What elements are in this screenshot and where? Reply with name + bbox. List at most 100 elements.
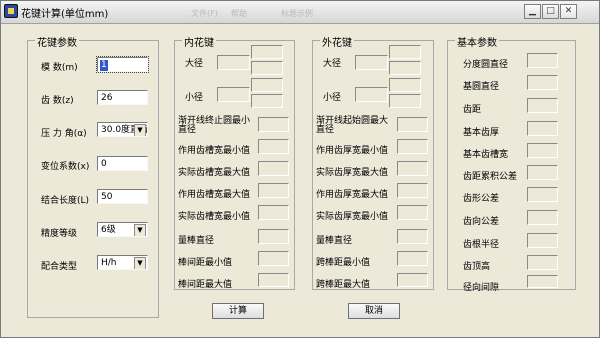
- minor-dia-label: 小径: [323, 93, 342, 103]
- minor-dia-lower-output: [389, 94, 421, 108]
- helix-tol-output: [527, 210, 558, 225]
- major-dia-upper-output: [251, 45, 283, 59]
- group-title: 外花键: [320, 34, 354, 49]
- module-input[interactable]: 1: [96, 56, 149, 73]
- length-label: 结合长度(L): [41, 196, 90, 206]
- root-radius-label: 齿根半径: [463, 240, 500, 250]
- pin-dia-output: [397, 229, 428, 244]
- major-dia-lower-output: [389, 61, 421, 75]
- profile-tol-output: [527, 187, 558, 202]
- pin-dia-label: 量棒直径: [316, 236, 353, 246]
- faint-menu-item: 标题示例: [281, 9, 313, 18]
- teeth-input[interactable]: 26: [97, 90, 148, 105]
- eff-thick-max-output: [397, 183, 428, 198]
- spline-params-group: 花键参数: [27, 34, 159, 318]
- act-thick-min-output: [397, 205, 428, 220]
- minor-dia-upper-output: [389, 78, 421, 92]
- grade-label: 精度等级: [41, 229, 78, 239]
- act-thick-min-label: 实际齿厚宽最小值: [316, 212, 389, 222]
- faint-menu-item: 文件(F): [191, 9, 218, 18]
- eff-space-min-output: [258, 139, 289, 154]
- major-dia-label: 大径: [185, 59, 204, 69]
- eff-space-min-label: 作用齿槽宽最小值: [178, 146, 251, 156]
- pin-dist-min-label: 棒间距最小值: [178, 258, 233, 268]
- maximize-button[interactable]: □: [542, 4, 559, 19]
- minor-dia-output: [355, 87, 388, 102]
- app-icon: [4, 4, 18, 18]
- act-thick-max-output: [397, 161, 428, 176]
- root-radius-output: [527, 233, 558, 248]
- length-input[interactable]: 50: [97, 189, 148, 204]
- span-min-output: [397, 251, 428, 266]
- minimize-button[interactable]: ▁: [524, 4, 541, 19]
- basic-thickness-label: 基本齿厚: [463, 128, 500, 138]
- shift-coef-input[interactable]: 0: [97, 156, 148, 171]
- involute-start-label: 渐开线起始圆最大直径: [316, 116, 389, 135]
- title-bar: 花键计算(单位mm) 文件(F) 帮助 标题示例 ▁ □ ✕: [1, 1, 599, 24]
- basic-thickness-output: [527, 121, 558, 136]
- pin-dist-max-label: 棒间距最大值: [178, 280, 233, 290]
- major-dia-output: [355, 55, 388, 70]
- act-space-min-output: [258, 205, 289, 220]
- radial-clearance-label: 径向间隙: [463, 283, 500, 293]
- cumulative-pitch-tol-output: [527, 165, 558, 180]
- span-max-label: 跨棒距最大值: [316, 280, 371, 290]
- addendum-label: 齿顶高: [463, 262, 491, 272]
- minor-dia-output: [217, 87, 250, 102]
- eff-thick-min-label: 作用齿厚宽最小值: [316, 146, 389, 156]
- shift-coef-label: 变位系数(x): [41, 162, 90, 172]
- pin-dia-output: [258, 229, 289, 244]
- profile-tol-label: 齿形公差: [463, 194, 500, 204]
- act-space-max-output: [258, 161, 289, 176]
- group-title: 内花键: [182, 34, 216, 49]
- grade-select[interactable]: 6级 ▼: [97, 222, 148, 237]
- pitch-output: [527, 98, 558, 113]
- pressure-angle-label: 压 力 角(α): [41, 129, 87, 139]
- teeth-label: 齿 数(z): [41, 96, 74, 106]
- eff-space-max-output: [258, 183, 289, 198]
- cumulative-pitch-tol-label: 齿距累积公差: [463, 172, 518, 182]
- pin-dist-min-output: [258, 251, 289, 266]
- addendum-output: [527, 255, 558, 270]
- act-space-min-label: 实际齿槽宽最小值: [178, 212, 251, 222]
- pitch-label: 齿距: [463, 105, 482, 115]
- chevron-down-icon[interactable]: ▼: [134, 224, 146, 236]
- calculate-button[interactable]: 计算: [212, 303, 264, 319]
- faint-menu-item: 帮助: [231, 9, 247, 18]
- close-button[interactable]: ✕: [560, 4, 577, 19]
- group-title: 基本参数: [455, 34, 499, 49]
- chevron-down-icon[interactable]: ▼: [134, 124, 146, 136]
- minor-dia-upper-output: [251, 78, 283, 92]
- base-circle-dia-output: [527, 75, 558, 90]
- span-min-label: 跨棒距最小值: [316, 258, 371, 268]
- involute-end-output: [258, 117, 289, 132]
- major-dia-label: 大径: [323, 59, 342, 69]
- cancel-button[interactable]: 取消: [348, 303, 400, 319]
- involute-end-label: 渐开线终止圆最小直径: [178, 116, 251, 135]
- window-title: 花键计算(单位mm): [21, 9, 109, 20]
- base-circle-dia-label: 基圆直径: [463, 82, 500, 92]
- helix-tol-label: 齿向公差: [463, 217, 500, 227]
- chevron-down-icon[interactable]: ▼: [134, 257, 146, 269]
- major-dia-lower-output: [251, 61, 283, 75]
- major-dia-upper-output: [389, 45, 421, 59]
- spline-calc-window: 花键计算(单位mm) 文件(F) 帮助 标题示例 ▁ □ ✕ 花键参数 模 数(…: [0, 0, 600, 338]
- fit-type-select[interactable]: H/h ▼: [97, 255, 148, 270]
- act-space-max-label: 实际齿槽宽最大值: [178, 168, 251, 178]
- major-dia-output: [217, 55, 250, 70]
- pitch-circle-dia-label: 分度圆直径: [463, 60, 509, 70]
- pin-dist-max-output: [258, 273, 289, 287]
- pressure-angle-select[interactable]: 30.0度直齿 ▼: [97, 122, 148, 137]
- radial-clearance-output: [527, 275, 558, 288]
- span-max-output: [397, 273, 428, 287]
- pitch-circle-dia-output: [527, 53, 558, 68]
- basic-space-output: [527, 143, 558, 158]
- eff-thick-max-label: 作用齿厚宽最大值: [316, 190, 389, 200]
- act-thick-max-label: 实际齿厚宽最大值: [316, 168, 389, 178]
- involute-start-output: [397, 117, 428, 132]
- group-title: 花键参数: [35, 34, 79, 49]
- fit-type-label: 配合类型: [41, 262, 78, 272]
- module-label: 模 数(m): [41, 63, 78, 73]
- minor-dia-lower-output: [251, 94, 283, 108]
- basic-space-label: 基本齿槽宽: [463, 150, 509, 160]
